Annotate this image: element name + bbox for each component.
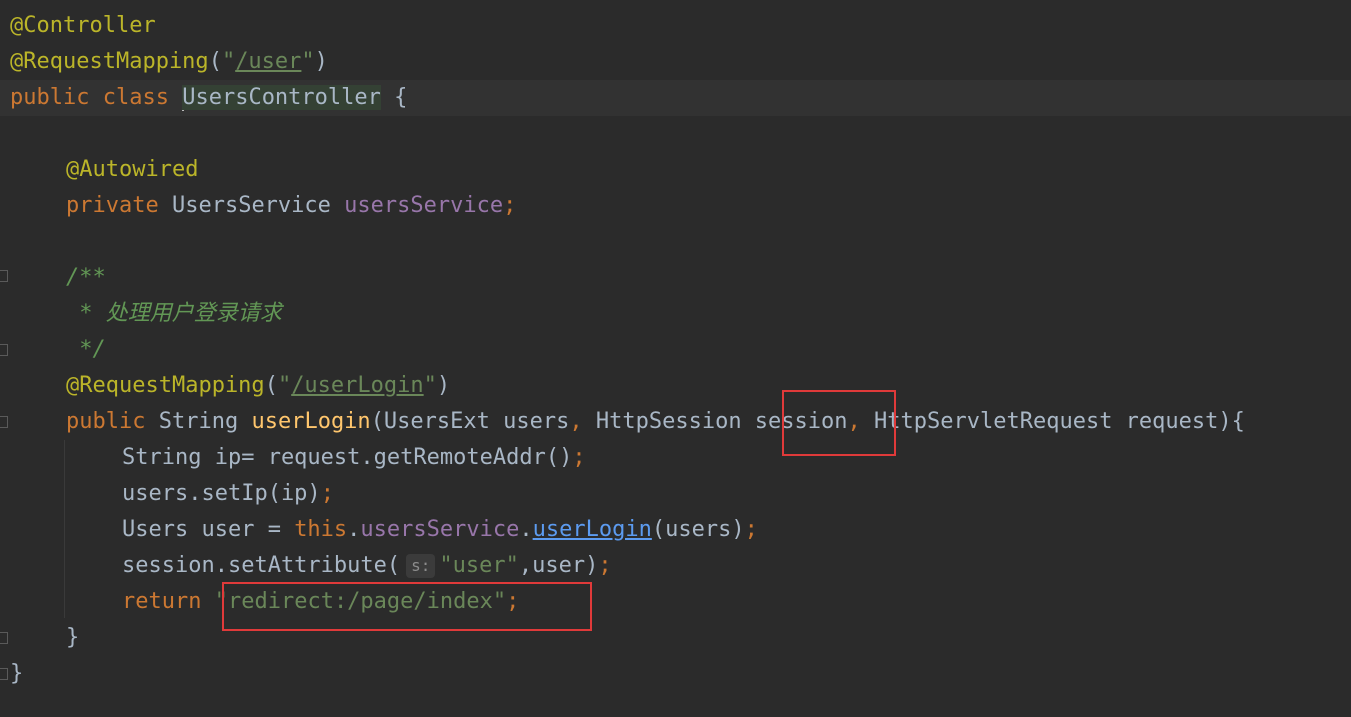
- return-type: String: [158, 409, 239, 434]
- semicolon: ;: [744, 517, 758, 542]
- string-quote: ": [423, 373, 437, 398]
- code-line-15[interactable]: Users user = this.usersService.userLogin…: [0, 512, 1351, 548]
- field-name[interactable]: usersService: [360, 517, 519, 542]
- statement: session.setAttribute(: [122, 553, 401, 578]
- statement: String ip= request.getRemoteAddr(): [122, 445, 573, 470]
- highlight-box-session: [782, 390, 896, 456]
- code-line-9[interactable]: * 处理用户登录请求: [0, 296, 1351, 332]
- code-line-3[interactable]: public class UsersController {: [0, 80, 1351, 116]
- annotation: @RequestMapping: [10, 49, 209, 74]
- field-name[interactable]: usersService: [344, 193, 503, 218]
- type-name: UsersService: [171, 193, 331, 218]
- parameter-hint: s:: [406, 554, 436, 578]
- brace: }: [10, 661, 24, 686]
- paren: (: [264, 373, 278, 398]
- paren: (: [208, 49, 222, 74]
- brace: {: [394, 85, 408, 110]
- code-line-12[interactable]: public String userLogin(UsersExt users, …: [0, 404, 1351, 440]
- args: ,user): [518, 553, 599, 578]
- string-quote: ": [221, 49, 236, 74]
- semicolon: ;: [572, 445, 586, 470]
- keyword: private: [66, 193, 159, 218]
- doc-comment: /**: [66, 265, 106, 290]
- code-line-19[interactable]: }: [0, 656, 1351, 692]
- statement: Users user =: [122, 517, 295, 542]
- keyword: class: [102, 85, 169, 110]
- mapping-path[interactable]: /user: [235, 49, 301, 74]
- params: HttpServletRequest request){: [860, 409, 1245, 434]
- brace: }: [66, 625, 80, 650]
- code-line-6[interactable]: private UsersService usersService;: [0, 188, 1351, 224]
- code-line-5[interactable]: @Autowired: [0, 152, 1351, 188]
- code-line-10[interactable]: */: [0, 332, 1351, 368]
- code-line-16[interactable]: session.setAttribute(s: "user",user);: [0, 548, 1351, 584]
- dot: .: [347, 517, 361, 542]
- code-line-11[interactable]: @RequestMapping("/userLogin"): [0, 368, 1351, 404]
- comma: ,: [569, 409, 583, 434]
- keyword: public: [66, 409, 146, 434]
- code-line-8[interactable]: /**: [0, 260, 1351, 296]
- highlight-box-redirect: [222, 582, 592, 631]
- semicolon: ;: [598, 553, 612, 578]
- string-quote: ": [277, 373, 292, 398]
- string-literal: "user": [439, 553, 519, 578]
- keyword: public: [10, 85, 90, 110]
- annotation: @Autowired: [66, 157, 199, 182]
- annotation: @Controller: [10, 13, 156, 38]
- code-line-17[interactable]: return "redirect:/page/index";: [0, 584, 1351, 620]
- annotation: @RequestMapping: [66, 373, 265, 398]
- params: (UsersExt users: [370, 409, 570, 434]
- semicolon: ;: [503, 193, 517, 218]
- semicolon: ;: [320, 481, 334, 506]
- doc-comment: * 处理用户登录请求: [66, 301, 282, 326]
- paren: ): [436, 373, 451, 398]
- mapping-path[interactable]: /userLogin: [291, 373, 423, 398]
- code-line-14[interactable]: users.setIp(ip);: [0, 476, 1351, 512]
- dot: .: [519, 517, 533, 542]
- class-name[interactable]: UsersController: [182, 85, 381, 110]
- string-quote: ": [301, 49, 315, 74]
- code-line-1[interactable]: @Controller: [0, 8, 1351, 44]
- statement: users.setIp(ip): [122, 481, 321, 506]
- method-name[interactable]: userLogin: [251, 409, 370, 434]
- code-editor[interactable]: @Controller @RequestMapping("/user") pub…: [0, 0, 1351, 717]
- code-line-13[interactable]: String ip= request.getRemoteAddr();: [0, 440, 1351, 476]
- method-reference[interactable]: userLogin: [533, 517, 652, 542]
- keyword: return: [122, 589, 202, 614]
- paren: ): [314, 49, 328, 74]
- code-line-18[interactable]: }: [0, 620, 1351, 656]
- keyword: this: [294, 517, 348, 542]
- doc-comment: */: [66, 337, 106, 362]
- args: (users): [651, 517, 745, 542]
- code-line-2[interactable]: @RequestMapping("/user"): [0, 44, 1351, 80]
